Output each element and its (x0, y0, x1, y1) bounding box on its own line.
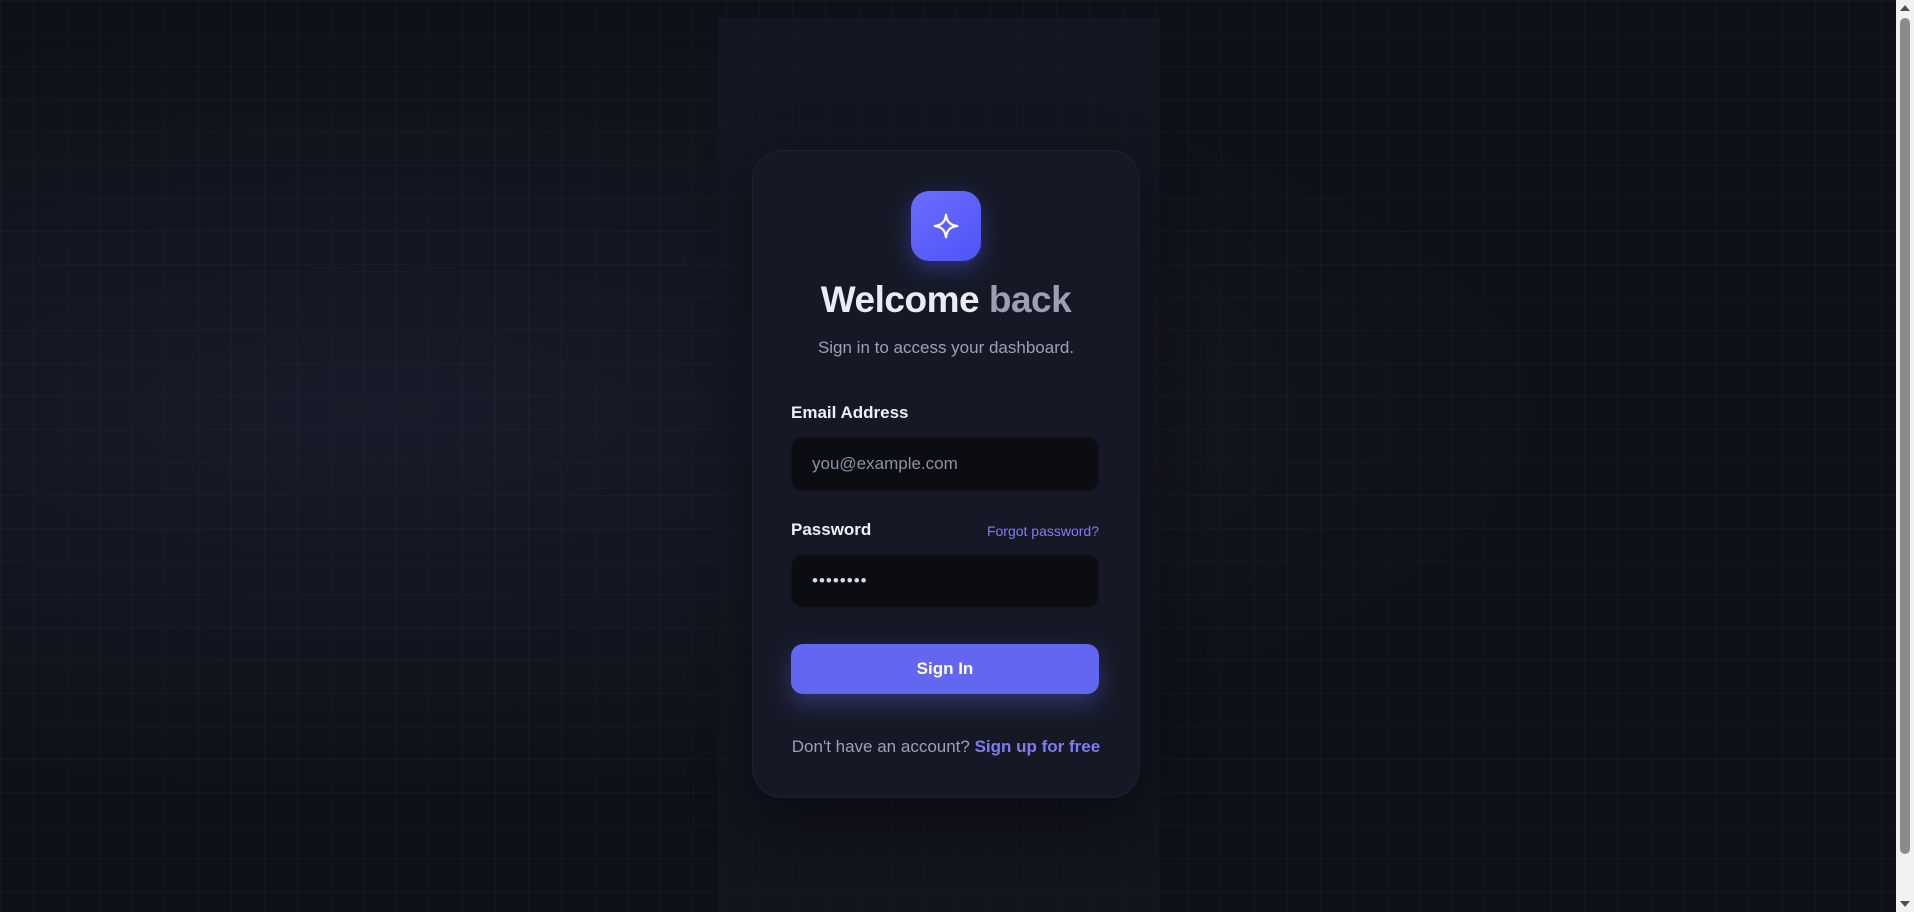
sparkle-icon (911, 191, 981, 261)
login-page: Welcome back Sign in to access your dash… (0, 0, 1914, 912)
page-title: Welcome back (753, 279, 1139, 321)
password-field[interactable] (791, 554, 1099, 608)
email-label: Email Address (791, 403, 909, 422)
signup-prompt-text: Don't have an account? (791, 737, 970, 756)
scrollbar-thumb[interactable] (1900, 18, 1910, 854)
page-subtitle: Sign in to access your dashboard. (817, 338, 1075, 357)
signup-link[interactable]: Sign up for free (975, 737, 1101, 756)
forgot-password-link[interactable]: Forgot password? (987, 523, 1099, 539)
vertical-scrollbar[interactable] (1896, 0, 1914, 912)
title-word-welcome: Welcome (820, 279, 980, 320)
title-word-back: back (988, 279, 1072, 320)
login-card: Welcome back Sign in to access your dash… (752, 150, 1140, 798)
signup-prompt: Don't have an account? Sign up for free (753, 737, 1139, 757)
email-field[interactable] (791, 437, 1099, 491)
password-label: Password (791, 520, 872, 539)
scroll-down-icon[interactable] (1900, 901, 1910, 907)
scroll-up-icon[interactable] (1900, 5, 1910, 11)
sign-in-button[interactable]: Sign In (791, 644, 1099, 694)
